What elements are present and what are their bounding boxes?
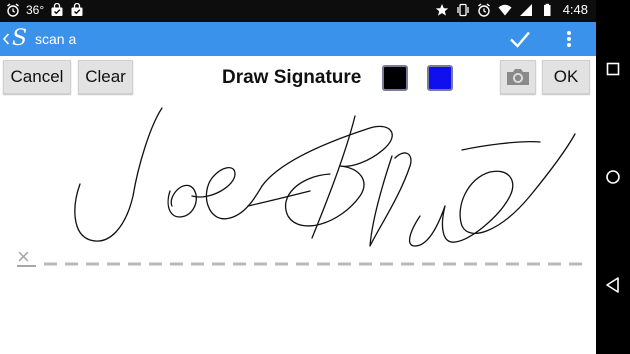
color-swatch-blue[interactable] [427, 65, 453, 91]
signature-screen: × Cancel Clear Draw Signature OK [0, 56, 596, 354]
camera-button[interactable] [500, 60, 536, 94]
status-bar: 36° 4:48 [0, 0, 596, 22]
bag-icon [51, 3, 63, 16]
clear-button[interactable]: Clear [78, 60, 133, 94]
up-navigation-button[interactable]: S [2, 26, 32, 52]
status-bar-left: 36° [6, 3, 84, 17]
recents-square-icon[interactable] [601, 57, 625, 81]
vibrate-icon [457, 3, 469, 17]
alarm-icon [477, 3, 490, 17]
signature-strokes [74, 107, 576, 247]
temperature-text: 36° [26, 3, 45, 17]
app-title: scan a [35, 31, 77, 47]
clock-text: 4:48 [562, 2, 588, 17]
color-swatch-black[interactable] [382, 65, 408, 91]
wifi-icon [498, 4, 512, 16]
chevron-left-icon [2, 33, 10, 45]
back-triangle-icon[interactable] [601, 273, 625, 297]
action-bar: S scan a [0, 22, 596, 56]
page-title: Draw Signature [222, 67, 362, 88]
alarm-icon [7, 3, 19, 17]
cancel-button[interactable]: Cancel [3, 60, 71, 94]
home-circle-icon[interactable] [601, 165, 625, 189]
phone-screen: 36° 4:48 S scan a × Cancel Clear Draw Si… [0, 0, 630, 354]
camera-icon [507, 69, 529, 85]
star-icon [435, 4, 448, 16]
ok-button[interactable]: OK [542, 60, 590, 94]
status-bar-right: 4:48 [435, 3, 588, 17]
navigation-bar [596, 0, 630, 354]
signal-icon [519, 4, 532, 16]
signature-canvas[interactable]: × [0, 56, 596, 354]
overflow-menu-icon[interactable] [562, 28, 576, 50]
bag-check-icon [71, 3, 83, 16]
battery-icon [543, 3, 551, 16]
check-icon[interactable] [508, 27, 532, 51]
app-logo-icon: S [12, 26, 28, 51]
